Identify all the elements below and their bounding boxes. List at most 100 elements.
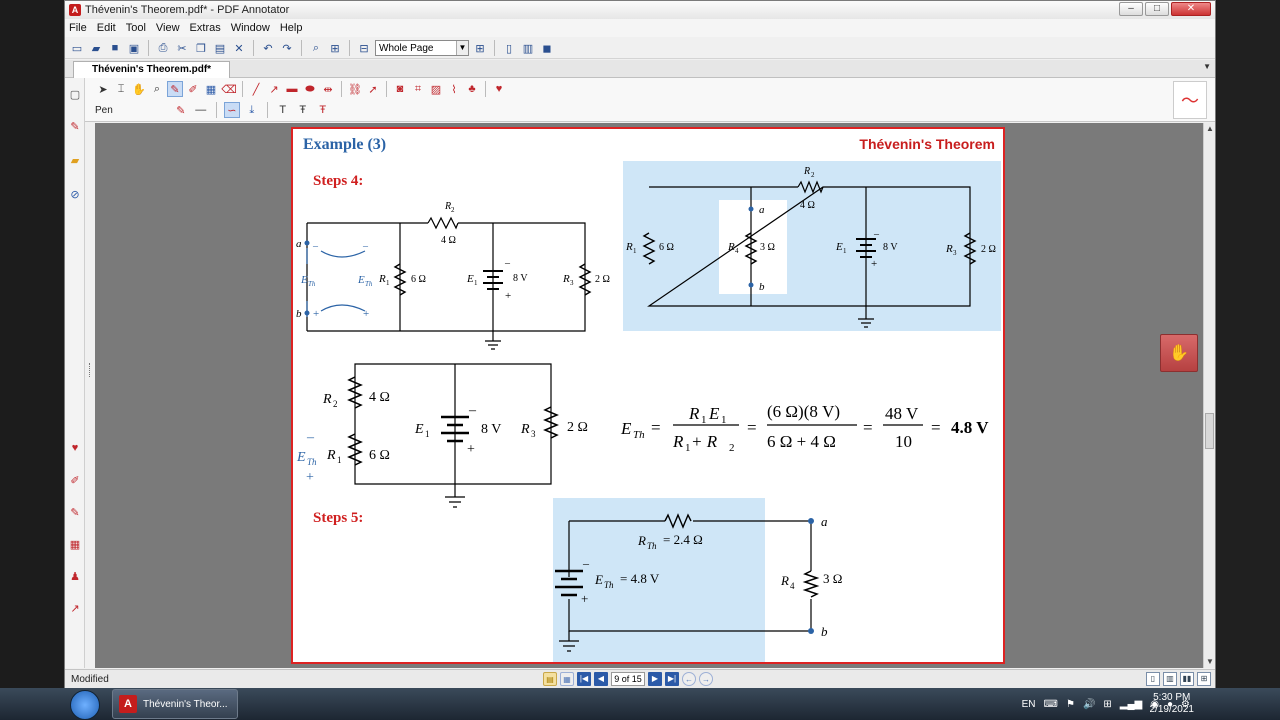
menu-file[interactable]: File — [69, 22, 87, 34]
scroll-up-icon[interactable]: ▲ — [1204, 123, 1216, 135]
thumbnail-icon[interactable]: ▤ — [543, 672, 557, 686]
page-number-input[interactable]: 9 of 15 — [611, 672, 645, 686]
save-as-icon[interactable]: ▣ — [126, 40, 142, 56]
zoom-in-icon[interactable]: ⊞ — [472, 40, 488, 56]
redo-icon[interactable]: ↷ — [279, 40, 295, 56]
zoom-out-icon[interactable]: ⊟ — [356, 40, 372, 56]
menu-tool[interactable]: Tool — [126, 22, 146, 34]
menu-edit[interactable]: Edit — [97, 22, 116, 34]
link-icon[interactable]: ⛓ — [347, 81, 363, 97]
cut-icon[interactable]: ✂ — [174, 40, 190, 56]
last-page-button[interactable]: ▶| — [665, 672, 679, 686]
tab-document[interactable]: Thévenin's Theorem.pdf* — [73, 61, 231, 78]
page-icon[interactable]: ▢ — [67, 86, 83, 102]
text-select-icon[interactable]: ⌶ — [113, 81, 129, 97]
keyboard-icon[interactable]: ⌨ — [1044, 699, 1058, 710]
grid-view-icon[interactable]: ⊞ — [1197, 672, 1211, 686]
crop-icon[interactable]: ⌗ — [410, 81, 426, 97]
hand-tool-icon[interactable]: ✋ — [131, 81, 147, 97]
menu-view[interactable]: View — [156, 22, 180, 34]
print-icon[interactable]: ⎙ — [155, 40, 171, 56]
c2-terminal-b: b — [759, 281, 765, 293]
stamp-favorite-icon[interactable]: ▦ — [67, 536, 83, 552]
new-icon[interactable]: ▭ — [69, 40, 85, 56]
eraser-icon[interactable]: ⌫ — [221, 81, 237, 97]
pen-color-icon[interactable]: ✎ — [173, 102, 189, 118]
stamp-list-icon[interactable]: ▦ — [203, 81, 219, 97]
zoom-tool-icon[interactable]: ⌕ — [149, 81, 165, 97]
save-icon[interactable]: ■ — [107, 40, 123, 56]
image-icon[interactable]: ▨ — [428, 81, 444, 97]
c1-r3-sub: 3 — [570, 279, 574, 287]
fullscreen-icon[interactable]: ◼ — [539, 40, 555, 56]
two-page-view-icon[interactable]: ▮▮ — [1180, 672, 1194, 686]
close-button[interactable]: ✕ — [1171, 2, 1211, 16]
vertical-scrollbar[interactable]: ▲ ▼ — [1203, 123, 1215, 668]
minimize-button[interactable]: – — [1119, 2, 1143, 16]
heart-icon[interactable]: ♥ — [67, 440, 83, 456]
open-folder-icon[interactable]: ▰ — [88, 40, 104, 56]
delete-icon[interactable]: ✕ — [231, 40, 247, 56]
attachment-icon[interactable]: ⊘ — [67, 186, 83, 202]
line-width-icon[interactable]: — — [193, 102, 209, 118]
copy-icon[interactable]: ❐ — [193, 40, 209, 56]
next-page-button[interactable]: ▶ — [648, 672, 662, 686]
menu-window[interactable]: Window — [231, 22, 270, 34]
menu-help[interactable]: Help — [280, 22, 303, 34]
rectangle-icon[interactable]: ▬ — [284, 81, 300, 97]
single-page-view-icon[interactable]: ▯ — [1146, 672, 1160, 686]
pen-panel-icon[interactable]: ✎ — [67, 118, 83, 134]
system-clock[interactable]: 5:30 PM 2/19/2021 — [1150, 692, 1195, 716]
hand-floating-button[interactable]: ✋ — [1160, 334, 1198, 372]
start-button[interactable] — [70, 690, 100, 720]
language-indicator[interactable]: EN — [1022, 699, 1036, 710]
brush-icon[interactable]: ⌇ — [446, 81, 462, 97]
scroll-thumb[interactable] — [1205, 413, 1214, 449]
select-arrow-icon[interactable]: ➤ — [95, 81, 111, 97]
zoom-select[interactable]: Whole Page ▼ — [375, 40, 469, 56]
single-page-icon[interactable]: ▯ — [501, 40, 517, 56]
taskbar-item-pdf-annotator[interactable]: A Thévenin's Theor... — [112, 689, 238, 719]
windows-icon[interactable]: ⊞ — [1103, 699, 1111, 710]
text-underline-icon[interactable]: Ŧ — [295, 102, 311, 118]
smooth-stroke-icon[interactable]: ∽ — [223, 102, 240, 118]
network-icon[interactable]: ▂▄▆ — [1120, 699, 1142, 710]
pen-favorite-icon[interactable]: ✐ — [67, 472, 83, 488]
first-page-button[interactable]: |◀ — [577, 672, 591, 686]
continuous-page-icon[interactable]: ▥ — [520, 40, 536, 56]
undo-icon[interactable]: ↶ — [260, 40, 276, 56]
back-icon[interactable]: ← — [682, 672, 696, 686]
scroll-down-icon[interactable]: ▼ — [1204, 656, 1216, 668]
highlighter-icon[interactable]: ✐ — [185, 81, 201, 97]
flag-icon[interactable]: ⚑ — [1066, 699, 1075, 710]
taskbar: A Thévenin's Theor... EN ⌨ ⚑ 🔊 ⊞ ▂▄▆ ◉ ●… — [0, 688, 1280, 720]
folder-icon[interactable]: ▰ — [67, 152, 83, 168]
find-icon[interactable]: ⌕ — [308, 40, 324, 56]
stamp-icon[interactable]: ♣ — [464, 81, 480, 97]
prev-page-button[interactable]: ◀ — [594, 672, 608, 686]
highlighter-favorite-icon[interactable]: ✎ — [67, 504, 83, 520]
text-tool-icon[interactable]: T — [275, 102, 291, 118]
line-icon[interactable]: ╱ — [248, 81, 264, 97]
arrow-favorite-icon[interactable]: ↗ — [67, 600, 83, 616]
ellipse-icon[interactable]: ⬬ — [302, 81, 318, 97]
forward-icon[interactable]: → — [699, 672, 713, 686]
paste-icon[interactable]: ▤ — [212, 40, 228, 56]
stroke-option-icon[interactable]: ⤓ — [244, 102, 260, 118]
text-strike-icon[interactable]: Ŧ — [315, 102, 331, 118]
ruler-icon[interactable]: ⇹ — [320, 81, 336, 97]
volume-icon[interactable]: 🔊 — [1083, 699, 1095, 710]
favorites-heart-icon[interactable]: ♥ — [491, 81, 507, 97]
page-list-icon[interactable]: ▦ — [560, 672, 574, 686]
arrow-line-icon[interactable]: ↗ — [266, 81, 282, 97]
camera-icon[interactable]: ◙ — [392, 81, 408, 97]
stamp-tool-icon[interactable]: ♟ — [67, 568, 83, 584]
splitter-grip[interactable] — [89, 363, 92, 377]
continuous-view-icon[interactable]: ▥ — [1163, 672, 1177, 686]
maximize-button[interactable]: □ — [1145, 2, 1169, 16]
marker-icon[interactable]: ➚ — [365, 81, 381, 97]
menu-extras[interactable]: Extras — [190, 22, 221, 34]
tab-list-dropdown-icon[interactable]: ▼ — [1203, 62, 1211, 71]
grid-icon[interactable]: ⊞ — [327, 40, 343, 56]
pen-tool-icon[interactable]: ✎ — [167, 81, 183, 97]
